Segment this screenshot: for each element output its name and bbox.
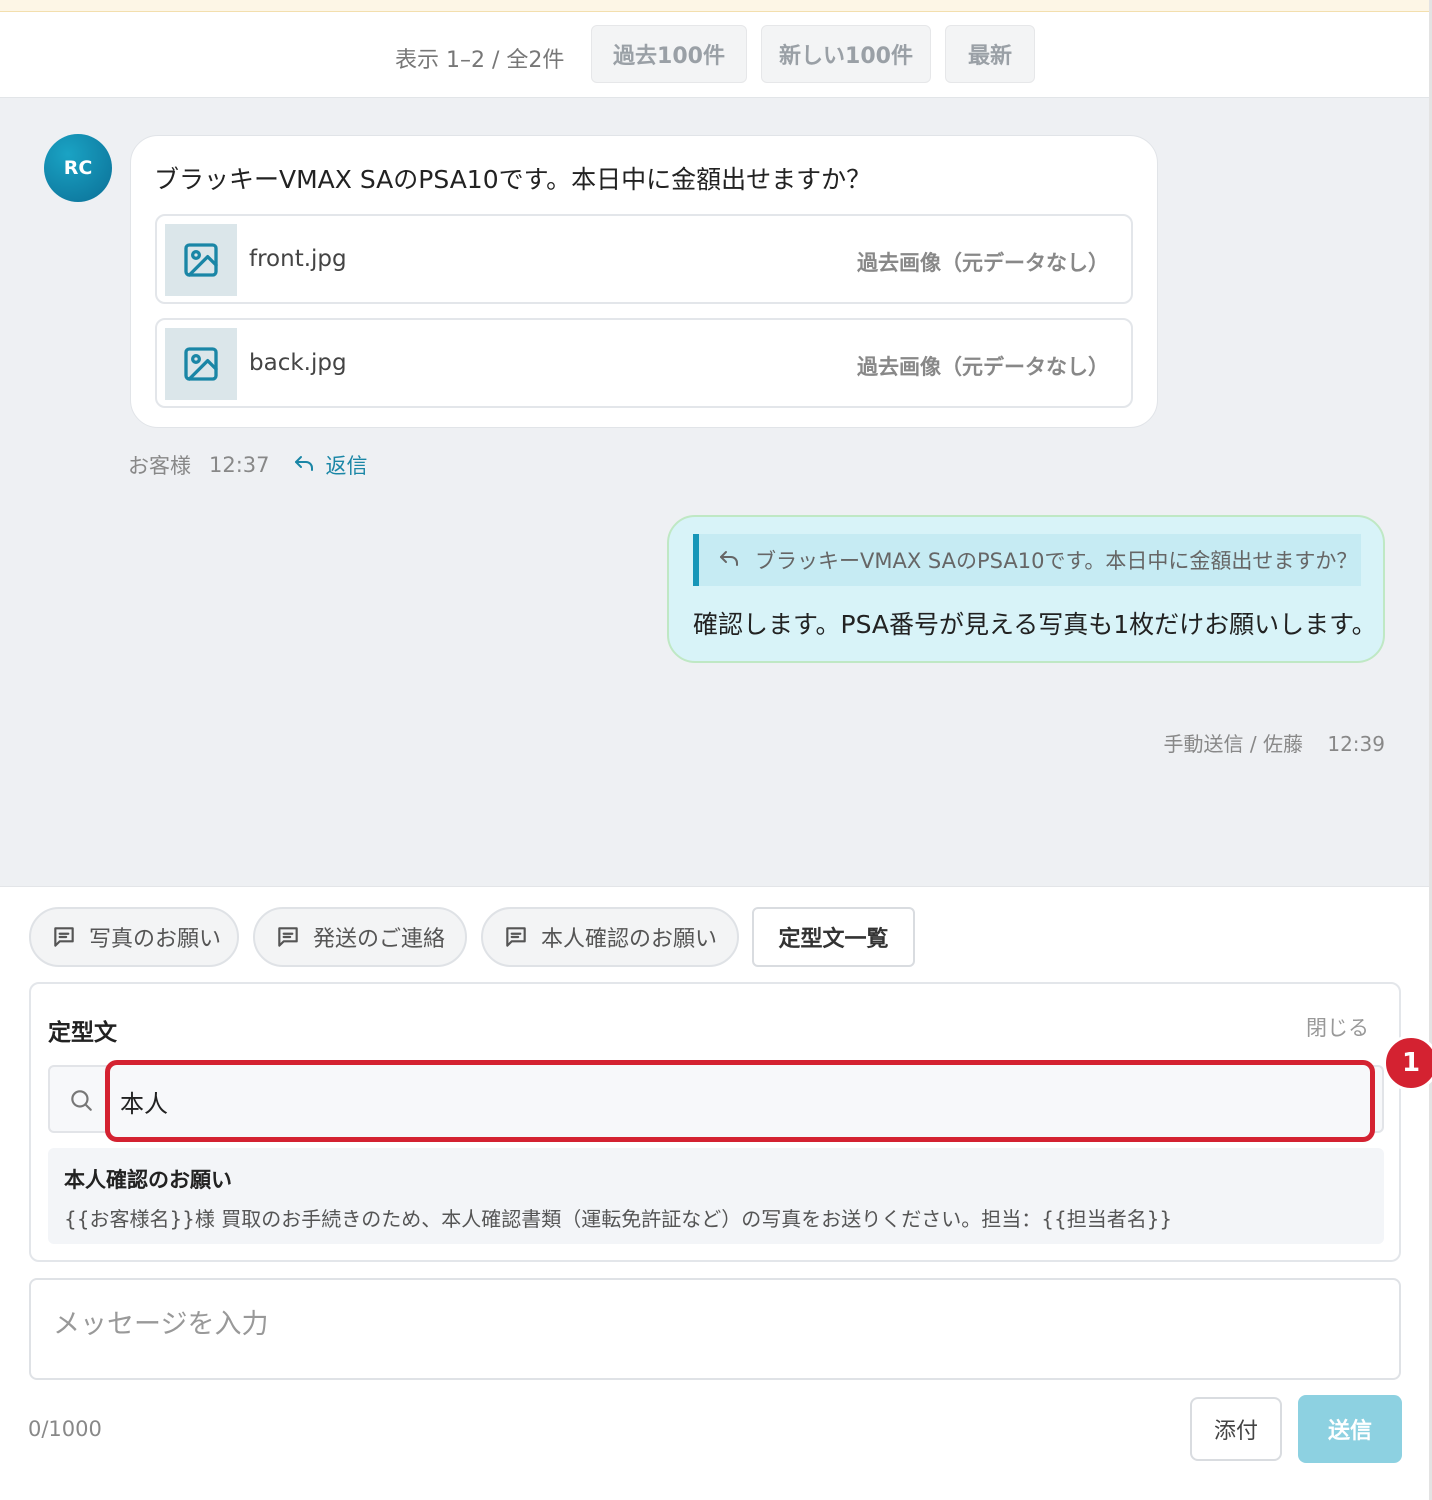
notice-strip [0, 0, 1432, 12]
send-button[interactable]: 送信 [1298, 1395, 1402, 1463]
attachment-name: front.jpg [249, 246, 347, 272]
next-100-button[interactable]: 新しい100件 [761, 25, 931, 83]
template-result-title: 本人確認のお願い [64, 1168, 232, 1192]
message-time: 12:39 [1327, 732, 1385, 756]
reply-icon [294, 456, 313, 471]
message-icon [54, 927, 74, 947]
template-chip-shipping[interactable]: 発送のご連絡 [253, 907, 467, 967]
prev-100-button[interactable]: 過去100件 [591, 25, 747, 83]
pager-info: 表示 1–2 / 全2件 [395, 48, 565, 73]
composer: 写真のお願い 発送のご連絡 本人確認のお願い 定型文一覧 定型文 閉じる 1 [0, 886, 1432, 1500]
search-icon [68, 1087, 94, 1117]
message-input[interactable] [29, 1278, 1401, 1380]
template-result-body: {{お客様名}}様 買取のお手続きのため、本人確認書類（運転免許証など）の写真を… [64, 1207, 1173, 1231]
message-icon [278, 927, 298, 947]
chip-label: 写真のお願い [89, 927, 222, 952]
latest-button[interactable]: 最新 [945, 25, 1035, 83]
reply-icon [717, 548, 741, 572]
chip-label: 発送のご連絡 [313, 927, 446, 952]
template-result-item[interactable]: 本人確認のお願い {{お客様名}}様 買取のお手続きのため、本人確認書類（運転免… [48, 1148, 1384, 1244]
template-chip-photo[interactable]: 写真のお願い [29, 907, 239, 967]
template-list-button[interactable]: 定型文一覧 [752, 907, 915, 967]
reply-label: 返信 [325, 454, 368, 478]
template-panel-title: 定型文 [48, 1020, 117, 1046]
quoted-text: ブラッキーVMAX SAのPSA10です。本日中に金額出せますか？ [755, 549, 1358, 573]
sender-label: お客様 [128, 454, 191, 478]
incoming-message-text: ブラッキーVMAX SAのPSA10です。本日中に金額出せますか？ [154, 165, 872, 194]
annotation-badge: 1 [1383, 1035, 1432, 1091]
incoming-message-bubble: ブラッキーVMAX SAのPSA10です。本日中に金額出せますか？ front.… [130, 135, 1158, 428]
quoted-message: ブラッキーVMAX SAのPSA10です。本日中に金額出せますか？ [693, 534, 1361, 586]
attachment-note: 過去画像（元データなし） [857, 251, 1109, 275]
attach-button[interactable]: 添付 [1190, 1397, 1282, 1461]
avatar: RC [44, 134, 112, 202]
incoming-message-meta: お客様 12:37 返信 [128, 450, 368, 480]
message-icon [506, 927, 526, 947]
template-search-input[interactable] [105, 1060, 1375, 1142]
outgoing-message-text: 確認します。PSA番号が見える写真も1枚だけお願いします。 [693, 610, 1377, 639]
attachment-item[interactable]: front.jpg 過去画像（元データなし） [155, 214, 1133, 304]
attachment-note: 過去画像（元データなし） [857, 355, 1109, 379]
template-panel: 定型文 閉じる 1 本人確認のお願い {{お客様名}}様 買取のお手続きのため、… [29, 982, 1432, 1262]
image-icon [165, 328, 237, 400]
close-button[interactable]: 閉じる [1306, 1012, 1369, 1042]
chip-label: 本人確認のお願い [541, 927, 718, 952]
image-icon [165, 224, 237, 296]
attachment-name: back.jpg [249, 350, 347, 376]
template-chip-identity[interactable]: 本人確認のお願い [481, 907, 739, 967]
outgoing-message-meta: 手動送信 / 佐藤 12:39 [1164, 728, 1385, 757]
attachment-item[interactable]: back.jpg 過去画像（元データなし） [155, 318, 1133, 408]
reply-button[interactable]: 返信 [292, 450, 368, 480]
chat-area: RC ブラッキーVMAX SAのPSA10です。本日中に金額出せますか？ fro… [0, 98, 1429, 886]
sender-label: 手動送信 / 佐藤 [1163, 732, 1303, 756]
outgoing-message-bubble: ブラッキーVMAX SAのPSA10です。本日中に金額出せますか？ 確認します。… [667, 515, 1385, 663]
template-search-box: 1 [48, 1035, 1432, 1142]
pager-bar: 表示 1–2 / 全2件 過去100件 新しい100件 最新 [0, 12, 1429, 98]
message-time: 12:37 [209, 453, 270, 477]
character-counter: 0/1000 [28, 1417, 102, 1441]
